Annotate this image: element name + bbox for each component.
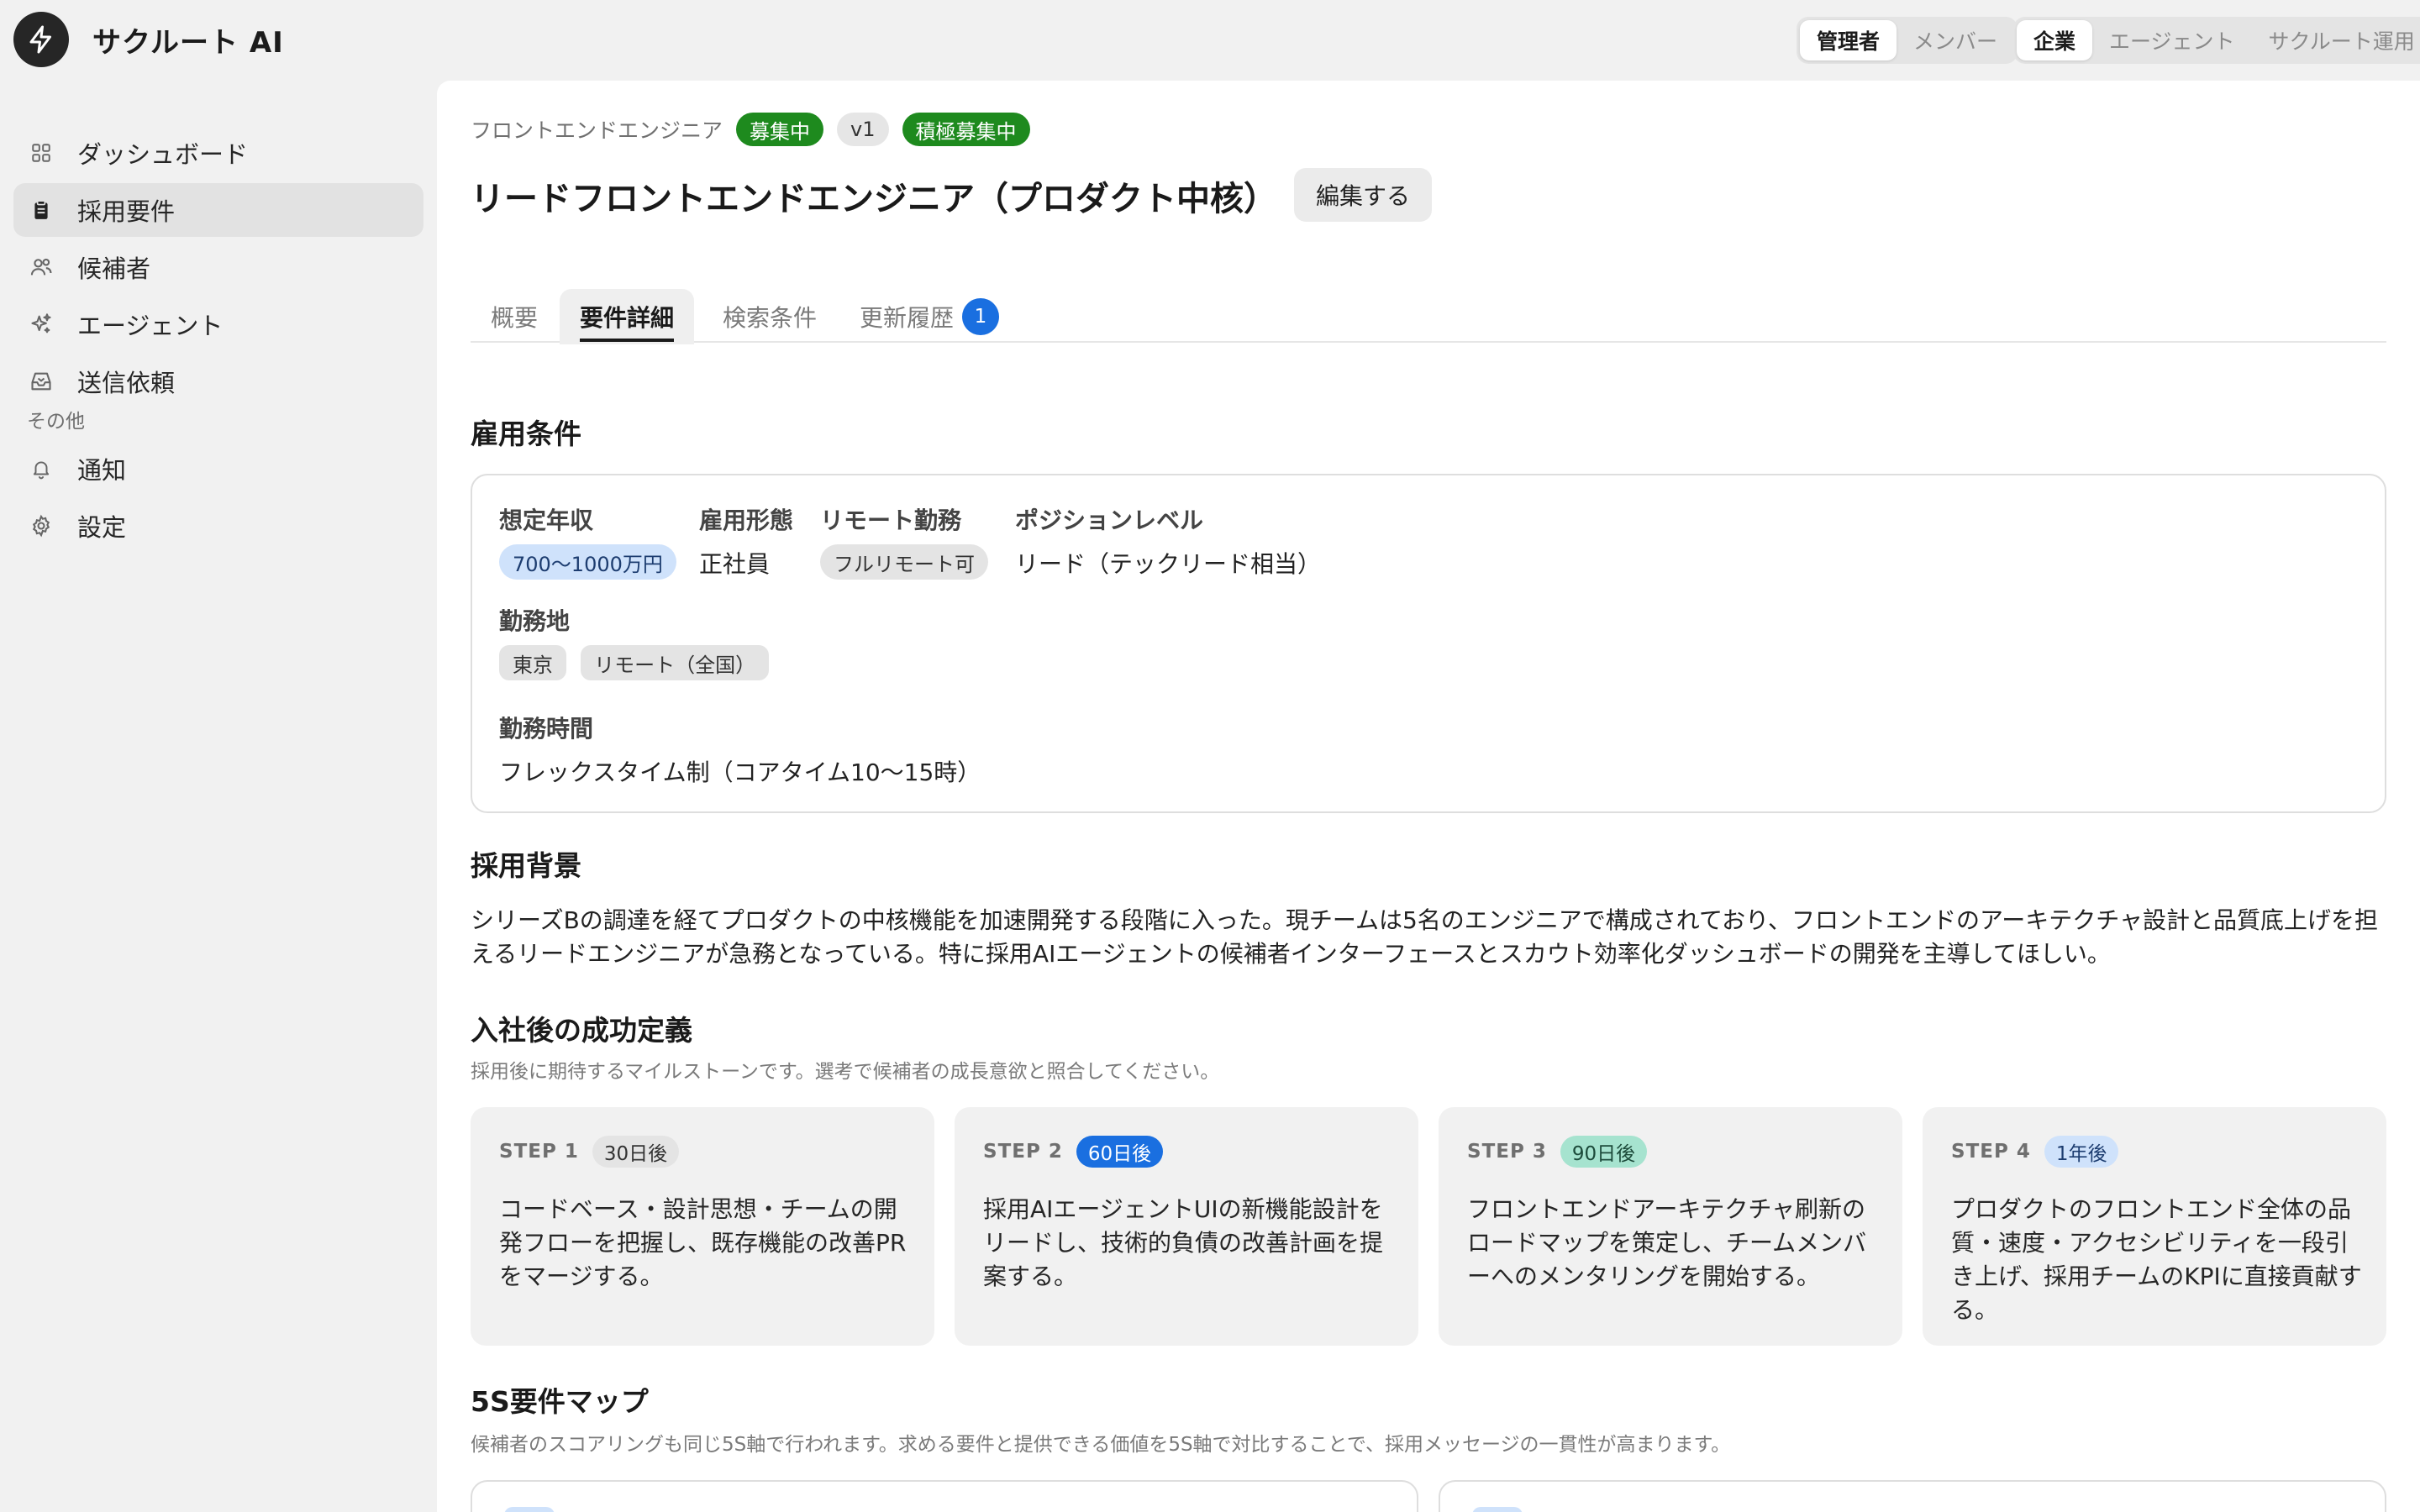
users-icon xyxy=(29,255,54,280)
remote-field: リモート勤務 フルリモート可 xyxy=(820,502,988,580)
view-company-toggle[interactable]: 企業 xyxy=(2017,20,2093,60)
sidebar-item-label: 候補者 xyxy=(77,255,151,283)
role-switch: 管理者 メンバー xyxy=(1797,17,2018,64)
step-label: STEP 2 xyxy=(983,1141,1063,1163)
sidebar-item-label: ダッシュボード xyxy=(77,140,249,169)
sidebar: ダッシュボード 採用要件 候補者 エージェント 送信依頼 その他 通知 設定 xyxy=(0,81,437,1512)
step-timing-badge: 1年後 xyxy=(2044,1136,2119,1168)
step-timing-badge: 30日後 xyxy=(592,1136,680,1168)
step-label: STEP 3 xyxy=(1467,1141,1547,1163)
position-level-value: リード（テックリード相当） xyxy=(1015,550,1322,578)
sidebar-item-requirements[interactable]: 採用要件 xyxy=(13,183,424,237)
success-subtitle: 採用後に期待するマイルストーンです。選考で候補者の成長意欲と照合してください。 xyxy=(471,1061,1220,1083)
employment-type-field: 雇用形態 正社員 xyxy=(699,502,793,580)
bell-icon xyxy=(29,456,54,481)
status-badge: 募集中 xyxy=(736,113,824,146)
role-admin-toggle[interactable]: 管理者 xyxy=(1800,20,1897,60)
lightning-logo-icon xyxy=(13,12,69,67)
position-level-field: ポジションレベル リード（テックリード相当） xyxy=(1015,502,1321,580)
step-timing-badge: 60日後 xyxy=(1076,1136,1164,1168)
sidebar-item-settings[interactable]: 設定 xyxy=(13,499,424,553)
breadcrumb: フロントエンドエンジニア 募集中 v1 積極募集中 xyxy=(471,113,1044,146)
edit-button[interactable]: 編集する xyxy=(1294,168,1433,222)
update-count-badge: 1 xyxy=(962,298,999,335)
step-description: プロダクトのフロントエンド全体の品質・速度・アクセシビリティを一段引き上げ、採用… xyxy=(1951,1195,2362,1324)
clipboard-icon xyxy=(29,197,54,223)
sidebar-section-other: その他 xyxy=(27,411,85,433)
step-description: フロントエンドアーキテクチャ刷新のロードマップを策定し、チームメンバーへのメンタ… xyxy=(1467,1195,1867,1290)
tab-label: 更新履歴 xyxy=(859,304,954,332)
salary-field: 想定年収 700〜1000万円 xyxy=(499,502,676,580)
sidebar-item-candidates[interactable]: 候補者 xyxy=(13,240,424,294)
step-label: STEP 1 xyxy=(499,1141,579,1163)
map-card-requirements xyxy=(471,1480,1418,1512)
position-level-label: ポジションレベル xyxy=(1015,507,1204,534)
inbox-icon xyxy=(29,369,54,394)
milestone-card: STEP 3 90日後 フロントエンドアーキテクチャ刷新のロードマップを策定し、… xyxy=(1439,1107,1902,1346)
step-description: コードベース・設計思想・チームの開発フローを把握し、既存機能の改善PRをマージす… xyxy=(499,1195,907,1290)
remote-label: リモート勤務 xyxy=(820,507,962,534)
employment-card: 想定年収 700〜1000万円 雇用形態 正社員 リモート勤務 フルリモート可 … xyxy=(471,474,2386,813)
role-member-toggle[interactable]: メンバー xyxy=(1897,20,2014,60)
employment-type-value: 正社員 xyxy=(699,550,771,578)
tab-label: 検索条件 xyxy=(722,304,817,332)
location-chip-remote: リモート（全国） xyxy=(581,645,770,680)
tab-requirement-details[interactable]: 要件詳細 xyxy=(560,289,694,344)
tab-update-history[interactable]: 更新履歴 1 xyxy=(845,289,1013,344)
work-hours-label: 勤務時間 xyxy=(499,715,594,743)
breadcrumb-job-category[interactable]: フロントエンドエンジニア xyxy=(471,114,723,144)
tab-label: 概要 xyxy=(490,304,538,332)
employment-heading: 雇用条件 xyxy=(471,417,581,450)
gear-icon xyxy=(29,513,54,538)
view-switch: 企業 エージェント サクルート運用 xyxy=(2013,17,2420,64)
employment-type-label: 雇用形態 xyxy=(699,507,794,534)
page-title: リードフロントエンドエンジニア（プロダクト中核） xyxy=(471,180,1277,218)
remote-chip: フルリモート可 xyxy=(820,544,988,580)
tab-label: 要件詳細 xyxy=(579,300,674,342)
view-agent-toggle[interactable]: エージェント xyxy=(2092,20,2252,60)
tab-search-conditions[interactable]: 検索条件 xyxy=(701,289,839,344)
milestone-card: STEP 4 1年後 プロダクトのフロントエンド全体の品質・速度・アクセシビリテ… xyxy=(1923,1107,2386,1346)
background-text: シリーズBの調達を経てプロダクトの中核機能を加速開発する段階に入った。現チームは… xyxy=(471,906,2379,968)
view-operations-toggle[interactable]: サクルート運用 xyxy=(2252,20,2420,60)
sidebar-item-notifications[interactable]: 通知 xyxy=(13,442,424,496)
sparkle-icon xyxy=(29,312,54,337)
version-badge: v1 xyxy=(837,113,889,146)
sidebar-item-label: 送信依頼 xyxy=(77,369,176,397)
sidebar-item-label: 設定 xyxy=(77,513,127,542)
tab-bar: 概要 要件詳細 検索条件 更新履歴 1 xyxy=(471,289,2386,344)
priority-badge: 積極募集中 xyxy=(902,113,1030,146)
map-subtitle: 候補者のスコアリングも同じ5S軸で行われます。求める要件と提供できる価値を5S軸… xyxy=(471,1434,1731,1456)
dashboard-grid-icon xyxy=(29,140,54,165)
app-name: サクルート AI xyxy=(92,25,284,60)
salary-label: 想定年収 xyxy=(499,507,594,534)
sidebar-item-label: エージェント xyxy=(77,312,224,340)
map-card-chip xyxy=(1472,1507,1523,1512)
milestone-card: STEP 1 30日後 コードベース・設計思想・チームの開発フローを把握し、既存… xyxy=(471,1107,934,1346)
location-field: 勤務地 東京 リモート（全国） xyxy=(499,603,770,680)
sidebar-item-label: 通知 xyxy=(77,456,127,485)
work-hours-field: 勤務時間 フレックスタイム制（コアタイム10〜15時） xyxy=(499,711,981,788)
step-description: 採用AIエージェントUIの新機能設計をリードし、技術的負債の改善計画を提案する。 xyxy=(983,1195,1384,1290)
map-heading: 5S要件マップ xyxy=(471,1385,649,1418)
step-label: STEP 4 xyxy=(1951,1141,2031,1163)
sidebar-item-send-requests[interactable]: 送信依頼 xyxy=(13,354,424,408)
milestone-card: STEP 2 60日後 採用AIエージェントUIの新機能設計をリードし、技術的負… xyxy=(955,1107,1418,1346)
sidebar-item-dashboard[interactable]: ダッシュボード xyxy=(13,126,424,180)
main-content: フロントエンドエンジニア 募集中 v1 積極募集中 リードフロントエンドエンジニ… xyxy=(437,81,2420,1512)
success-heading: 入社後の成功定義 xyxy=(471,1014,692,1047)
app-logo[interactable]: サクルート AI xyxy=(13,12,284,67)
location-chip-tokyo: 東京 xyxy=(499,645,566,680)
salary-chip: 700〜1000万円 xyxy=(499,544,676,580)
sidebar-item-label: 採用要件 xyxy=(77,197,176,226)
location-label: 勤務地 xyxy=(499,607,571,635)
step-timing-badge: 90日後 xyxy=(1560,1136,1648,1168)
work-hours-value: フレックスタイム制（コアタイム10〜15時） xyxy=(499,759,981,786)
top-bar: サクルート AI 管理者 メンバー 企業 エージェント サクルート運用 xyxy=(0,0,2420,81)
background-heading: 採用背景 xyxy=(471,849,581,882)
tab-overview[interactable]: 概要 xyxy=(471,289,558,344)
sidebar-item-agents[interactable]: エージェント xyxy=(13,297,424,351)
map-card-chip xyxy=(504,1507,555,1512)
map-card-value xyxy=(1439,1480,2386,1512)
